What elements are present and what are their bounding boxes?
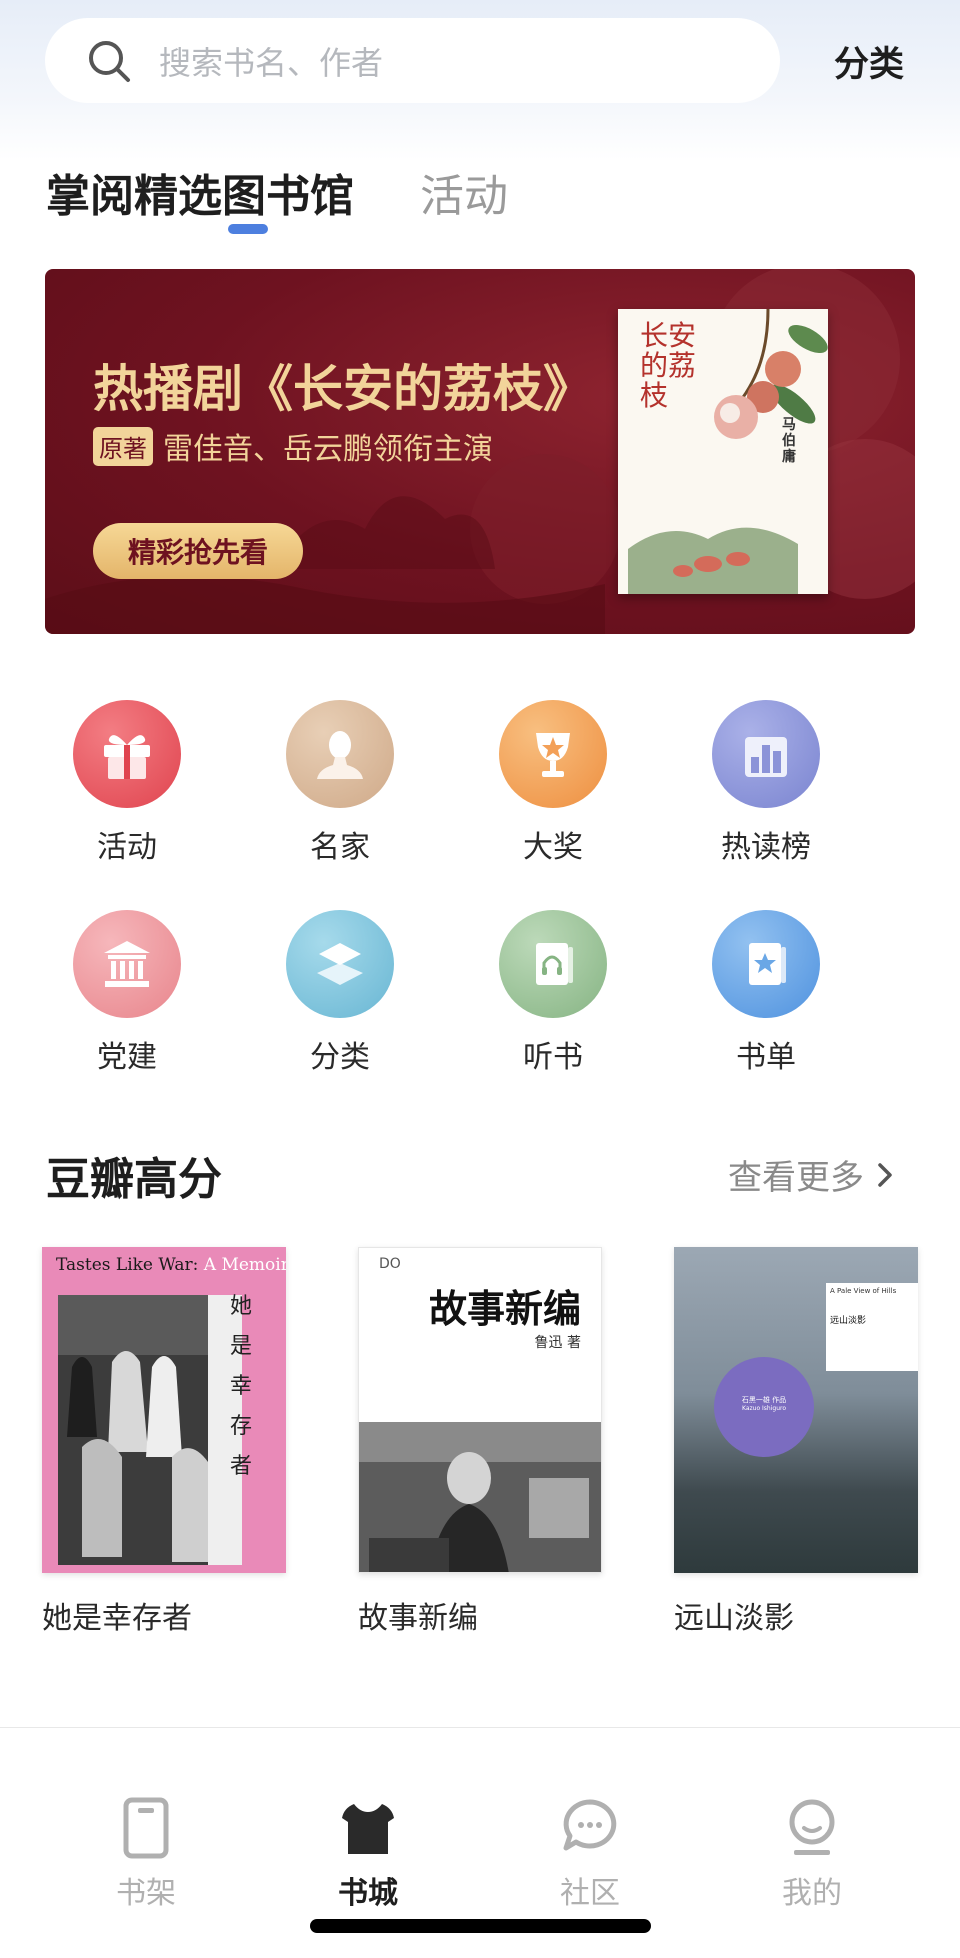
cover-portrait (359, 1422, 601, 1572)
entry-label: 党建 (97, 1040, 157, 1075)
banner-book-cover[interactable]: 长安的荔枝 马伯庸 (618, 309, 828, 594)
book-title: 故事新编 (358, 1601, 478, 1636)
chat-bubble-icon (563, 1799, 617, 1851)
entry-label: 热读榜 (721, 830, 811, 865)
section-title: 豆瓣高分 (46, 1154, 222, 1205)
layers-icon (317, 943, 363, 985)
nav-profile[interactable]: 我的 (742, 1796, 882, 1912)
nav-store[interactable]: 书城 (298, 1796, 438, 1912)
star-book-icon (749, 943, 786, 985)
cover-label-box: A Pale View of Hills 远山淡影 (826, 1283, 918, 1371)
cover-title-cn: 她是幸存者 (230, 1294, 253, 1479)
cover-author-en: Kazuo Ishiguro (741, 1405, 787, 1412)
entry-activity[interactable]: 活动 (47, 700, 207, 866)
trophy-icon (536, 733, 570, 777)
banner-book-author: 马伯庸 (782, 417, 796, 465)
tab-indicator (228, 224, 268, 234)
banner-book-title: 长安的荔枝 (640, 319, 697, 412)
book-cover: DO 故事新编 鲁迅 著 (358, 1247, 602, 1573)
entry-label: 大奖 (523, 830, 583, 865)
entry-label: 分类 (310, 1040, 370, 1075)
cover-title-cn: 远山淡影 (830, 1316, 867, 1326)
cover-author-cn: 石黑一雄 作品 (741, 1396, 787, 1404)
book-card[interactable]: Tastes Like War: A Memoir 她是幸存者 她是幸存者 (42, 1247, 286, 1637)
search-bar[interactable]: 搜索书名、作者 (45, 18, 780, 103)
book-card[interactable]: A Pale View of Hills 远山淡影 石黑一雄 作品 Kazuo … (674, 1247, 918, 1637)
nav-community[interactable]: 社区 (520, 1796, 660, 1912)
entry-audiobooks[interactable]: 听书 (473, 910, 633, 1076)
profile-icon (789, 1799, 835, 1855)
nav-bookshelf[interactable]: 书架 (76, 1796, 216, 1912)
banner-preview-button[interactable]: 精彩抢先看 (93, 523, 303, 579)
tab-activity[interactable]: 活动 (420, 160, 508, 224)
book-card[interactable]: DO 故事新编 鲁迅 著 故事新编 (358, 1247, 602, 1637)
home-indicator (310, 1919, 651, 1933)
bust-icon (317, 731, 363, 779)
store-icon (342, 1804, 394, 1854)
cover-moon: 石黑一雄 作品 Kazuo Ishiguro (714, 1357, 814, 1457)
book-cover: Tastes Like War: A Memoir 她是幸存者 (42, 1247, 286, 1573)
entry-label: 活动 (97, 830, 157, 865)
entry-party-building[interactable]: 党建 (47, 910, 207, 1076)
banner-subtitle-row: 原著 雷佳音、岳云鹏领衔主演 (93, 424, 493, 468)
nav-label: 书架 (116, 1876, 176, 1911)
tab-bar: 掌阅精选图书馆 活动 (46, 160, 926, 240)
category-link[interactable]: 分类 (834, 36, 904, 87)
gift-icon (104, 735, 150, 779)
search-placeholder: 搜索书名、作者 (159, 43, 384, 82)
entry-famous-authors[interactable]: 名家 (260, 700, 420, 866)
building-icon (104, 941, 150, 987)
promo-banner[interactable]: 热播剧《长安的荔枝》 原著 雷佳音、岳云鹏领衔主演 精彩抢先看 长安的荔枝 马伯… (45, 269, 915, 634)
entry-label: 名家 (310, 830, 370, 865)
entry-label: 听书 (523, 1040, 583, 1075)
book-title: 她是幸存者 (42, 1601, 192, 1636)
see-more-label: 查看更多 (728, 1158, 864, 1198)
see-more-link[interactable]: 查看更多 (728, 1150, 900, 1199)
tab-selected-library[interactable]: 掌阅精选图书馆 (46, 160, 354, 224)
book-cover: A Pale View of Hills 远山淡影 石黑一雄 作品 Kazuo … (674, 1247, 918, 1573)
nav-label: 书城 (338, 1876, 398, 1911)
entry-hot-ranking[interactable]: 热读榜 (686, 700, 846, 866)
search-icon (89, 40, 130, 82)
cover-title-en: A Pale View of Hills (830, 1287, 897, 1295)
entry-categories[interactable]: 分类 (260, 910, 420, 1076)
entry-awards[interactable]: 大奖 (473, 700, 633, 866)
banner-title: 热播剧《长安的荔枝》 (93, 359, 593, 418)
headphone-book-icon (536, 943, 573, 985)
book-title: 远山淡影 (674, 1601, 794, 1636)
entry-booklists[interactable]: 书单 (686, 910, 846, 1076)
chart-bars-icon (745, 737, 787, 777)
nav-label: 我的 (782, 1876, 842, 1911)
banner-subtitle: 雷佳音、岳云鹏领衔主演 (163, 432, 493, 467)
nav-label: 社区 (560, 1876, 620, 1911)
bookshelf-icon (123, 1797, 169, 1859)
chevron-right-icon (878, 1162, 892, 1187)
entry-label: 书单 (736, 1040, 796, 1075)
original-work-badge: 原著 (93, 426, 153, 466)
